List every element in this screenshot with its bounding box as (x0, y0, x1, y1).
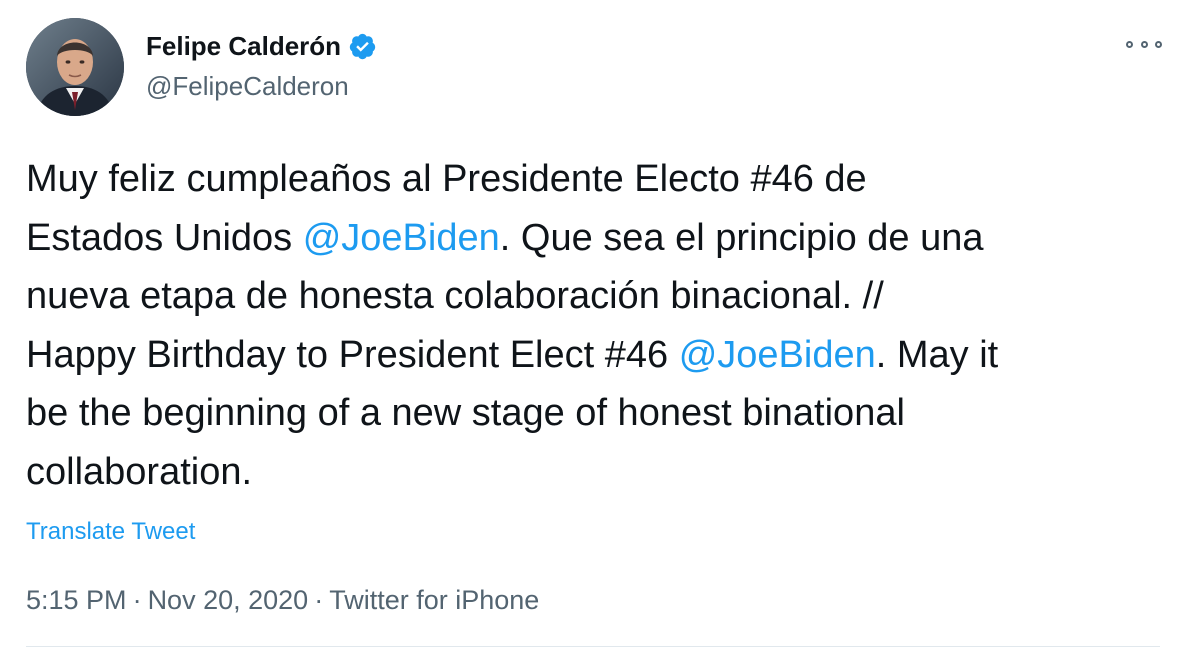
tweet-line: nueva etapa de honesta colaboración bina… (26, 275, 884, 317)
separator: · (132, 585, 142, 615)
author-name-row[interactable]: Felipe Calderón (146, 28, 377, 64)
translate-tweet-link[interactable]: Translate Tweet (26, 516, 195, 548)
tweet-line: Happy Birthday to President Elect #46 @J… (26, 333, 999, 376)
mention-link[interactable]: @JoeBiden (679, 334, 876, 376)
tweet-line: Muy feliz cumpleaños al Presidente Elect… (26, 158, 867, 200)
more-dot (1140, 40, 1148, 48)
display-name[interactable]: Felipe Calderón (146, 28, 341, 64)
separator: · (314, 585, 324, 615)
tweet-line: Estados Unidos @JoeBiden. Que sea el pri… (26, 216, 984, 259)
tweet-metadata: 5:15 PM · Nov 20, 2020 · Twitter for iPhone (26, 582, 539, 618)
more-dot (1155, 40, 1162, 48)
tweet-source[interactable]: Twitter for iPhone (329, 585, 539, 615)
more-options-icon[interactable] (1126, 32, 1162, 56)
verified-badge-icon (348, 32, 377, 61)
tweet-time[interactable]: 5:15 PM (26, 585, 127, 615)
mention-link[interactable]: @JoeBiden (303, 217, 500, 259)
tweet-line: collaboration. (26, 450, 253, 493)
avatar[interactable] (26, 18, 124, 116)
divider (26, 646, 1160, 647)
tweet-text: Muy feliz cumpleaños al Presidente Elect… (26, 150, 1176, 501)
tweet-line: be the beginning of a new stage of hones… (26, 392, 905, 434)
tweet-date[interactable]: Nov 20, 2020 (148, 585, 309, 615)
author-handle[interactable]: @FelipeCalderon (146, 68, 349, 104)
more-dot (1126, 40, 1133, 48)
